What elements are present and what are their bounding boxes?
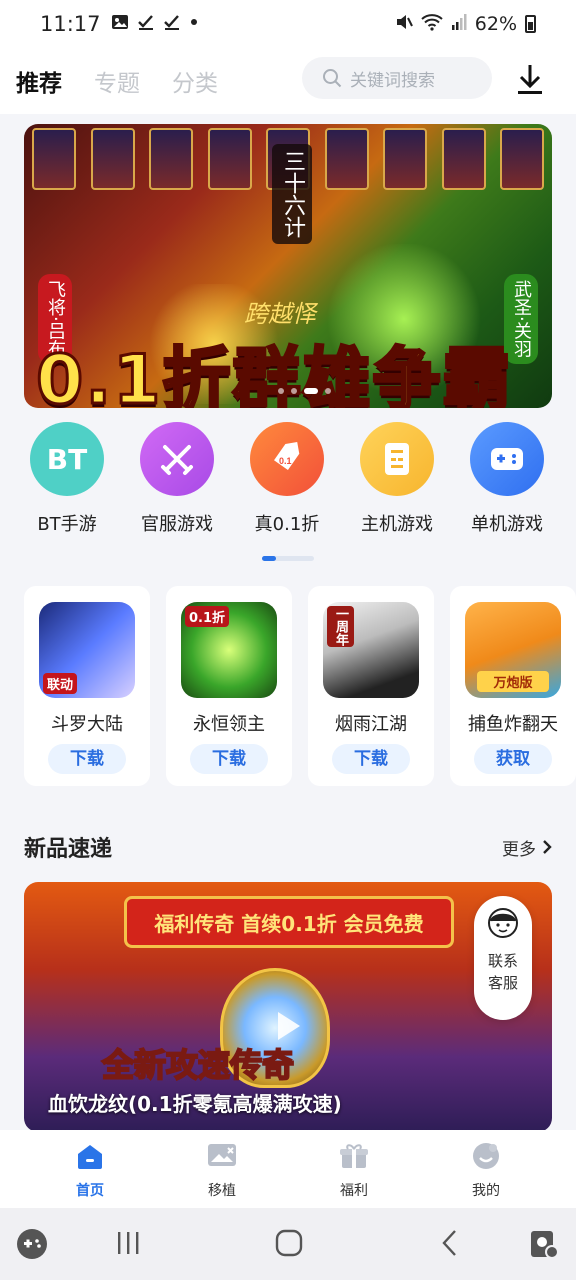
featured-games: 联动 斗罗大陆 下载 0.1折 永恒领主 下载 一周年 烟雨江湖 下载 万炮版 …: [24, 586, 576, 786]
category-label: BT手游: [37, 514, 97, 535]
game-card[interactable]: 联动 斗罗大陆 下载: [24, 586, 150, 786]
banner-headline: 0.1折群雄争霸: [34, 340, 513, 409]
svg-text:0.1: 0.1: [279, 456, 292, 466]
promo-ribbon: 福利传奇 首续0.1折 会员免费: [124, 896, 454, 948]
check-icon: [137, 13, 155, 36]
game-icon: 0.1折: [181, 602, 277, 698]
search-input[interactable]: 关键词搜索: [302, 57, 492, 99]
gift-icon: [340, 1144, 368, 1168]
transplant-icon: [208, 1144, 236, 1166]
game-name: 斗罗大陆: [51, 714, 123, 735]
accessibility-icon[interactable]: [528, 1228, 560, 1260]
top-header: 推荐 专题 分类 关键词搜索: [0, 48, 576, 114]
download-icon[interactable]: [514, 62, 546, 96]
search-icon: [323, 69, 342, 88]
category-label: 单机游戏: [471, 514, 543, 535]
game-icon: 万炮版: [465, 602, 561, 698]
game-card[interactable]: 0.1折 永恒领主 下载: [166, 586, 292, 786]
nav-mine[interactable]: 我的: [446, 1142, 526, 1200]
banner-pager: [278, 388, 331, 394]
battery-text: 62%: [474, 13, 517, 35]
game-card[interactable]: 一周年 烟雨江湖 下载: [308, 586, 434, 786]
chevron-right-icon: [543, 840, 552, 854]
check-icon: [163, 13, 181, 36]
game-name: 烟雨江湖: [335, 714, 407, 735]
nav-home[interactable]: 首页: [50, 1142, 130, 1200]
more-link[interactable]: 更多: [502, 835, 552, 860]
pager-dot[interactable]: [325, 388, 331, 394]
wifi-icon: [421, 13, 443, 36]
search-placeholder: 关键词搜索: [350, 70, 435, 91]
battery-icon: [525, 15, 536, 33]
image-icon: [111, 13, 129, 36]
promo-caption: 血饮龙纹(0.1折零氪高爆满攻速): [48, 1092, 342, 1116]
category-discount[interactable]: 0.1 真0.1折: [232, 422, 342, 536]
promo-big-text: 全新攻速传奇: [101, 1045, 295, 1085]
hero-banner[interactable]: 三十六计 飞将·吕布 武圣·关羽 跨越怿 0.1折群雄争霸: [24, 124, 552, 408]
category-official[interactable]: 官服游戏: [122, 422, 232, 536]
download-button[interactable]: 下载: [190, 744, 268, 774]
game-icon: 一周年: [323, 602, 419, 698]
category-console[interactable]: 主机游戏: [342, 422, 452, 536]
home-button-icon[interactable]: [274, 1228, 304, 1258]
category-bt-games[interactable]: BT BT手游: [12, 422, 122, 536]
banner-center-tag: 三十六计: [272, 144, 312, 244]
game-card[interactable]: 万炮版 捕鱼炸翻天 获取: [450, 586, 576, 786]
service-label: 客服: [487, 974, 518, 992]
category-label: 官服游戏: [141, 514, 213, 535]
section-title: 新品速递: [24, 837, 113, 862]
game-launcher-icon[interactable]: [16, 1228, 48, 1260]
profile-icon: [473, 1143, 499, 1169]
get-button[interactable]: 获取: [474, 744, 552, 774]
tag-icon: 0.1: [250, 422, 324, 496]
game-name: 捕鱼炸翻天: [468, 714, 558, 735]
category-label: 主机游戏: [361, 514, 433, 535]
support-agent-icon: [488, 908, 518, 938]
back-icon[interactable]: [440, 1228, 460, 1258]
game-name: 永恒领主: [193, 714, 265, 735]
pager-dot[interactable]: [278, 388, 284, 394]
status-bar: 11:17 62%: [0, 0, 576, 48]
customer-service-button[interactable]: 联系 客服: [474, 896, 532, 1020]
bt-icon: BT: [30, 422, 104, 496]
bottom-navigation: 首页 移植 福利 我的: [0, 1130, 576, 1208]
mute-icon: [395, 13, 413, 36]
game-icon: 联动: [39, 602, 135, 698]
console-icon: [360, 422, 434, 496]
gamepad-icon: [470, 422, 544, 496]
tab-recommend[interactable]: 推荐: [16, 64, 62, 98]
category-label: 真0.1折: [254, 514, 320, 535]
promo-video-card[interactable]: 福利传奇 首续0.1折 会员免费 全新攻速传奇 血饮龙纹(0.1折零氪高爆满攻速…: [24, 882, 552, 1132]
signal-icon: [451, 13, 467, 36]
nav-welfare[interactable]: 福利: [314, 1142, 394, 1200]
tab-topics[interactable]: 专题: [94, 64, 140, 98]
nav-port[interactable]: 移植: [182, 1142, 262, 1200]
system-navigation-bar: [0, 1208, 576, 1280]
category-single[interactable]: 单机游戏: [452, 422, 562, 536]
home-icon: [78, 1145, 102, 1169]
swords-icon: [140, 422, 214, 496]
download-button[interactable]: 下载: [332, 744, 410, 774]
pager-dot-active[interactable]: [304, 388, 318, 394]
status-time: 11:17: [40, 12, 101, 36]
pager-dot[interactable]: [291, 388, 297, 394]
category-row: BT BT手游 官服游戏 0.1 真0.1折 主机游戏 单机游戏: [0, 422, 576, 542]
download-button[interactable]: 下载: [48, 744, 126, 774]
play-icon[interactable]: [278, 1012, 300, 1040]
new-arrivals-header: 新品速递 更多: [24, 830, 552, 864]
recent-apps-icon[interactable]: [116, 1228, 140, 1258]
service-label: 联系: [487, 952, 518, 970]
tab-categories[interactable]: 分类: [172, 64, 218, 98]
dot-icon: [189, 13, 199, 36]
category-scroll-indicator: [262, 556, 314, 561]
